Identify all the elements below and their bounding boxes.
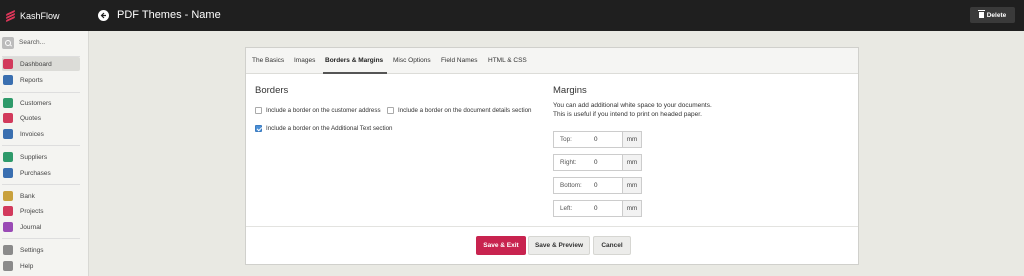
sidebar-item-quotes[interactable]: Quotes [2,111,80,125]
search-icon [2,36,14,49]
divider [2,238,80,239]
active-tab-indicator [323,72,387,74]
save-exit-button[interactable]: Save & Exit [476,236,526,255]
sidebar-item-suppliers[interactable]: Suppliers [2,150,80,164]
sidebar-item-customers[interactable]: Customers [2,96,80,110]
margins-description-2: This is useful if you intend to print on… [553,111,702,118]
journal-icon [3,222,13,232]
margins-description-1: You can add additional white space to yo… [553,102,712,109]
tab-field-names[interactable]: Field Names [441,57,477,64]
invoices-icon [3,129,13,139]
footer-divider [246,226,858,227]
margin-top-field[interactable]: Top: 0 mm [553,131,642,148]
margin-left-field[interactable]: Left: 0 mm [553,200,642,217]
tab-borders-margins[interactable]: Borders & Margins [325,57,383,64]
margin-bottom-field[interactable]: Bottom: 0 mm [553,177,642,194]
sidebar-item-projects[interactable]: Projects [2,204,80,218]
help-icon [3,261,13,271]
search-input[interactable]: Search... [2,36,80,49]
search-placeholder: Search... [19,39,46,46]
purchases-icon [3,168,13,178]
margin-right-input[interactable]: 0 [594,159,598,166]
delete-button[interactable]: Delete [970,7,1015,23]
sidebar-item-journal[interactable]: Journal [2,220,80,234]
app-name: KashFlow [20,10,60,21]
document-details-border-label: Include a border on the document details… [398,107,532,114]
sidebar-item-settings[interactable]: Settings [2,243,80,257]
customer-address-border-label: Include a border on the customer address [266,107,381,114]
margins-heading: Margins [553,85,587,96]
additional-text-border-checkbox[interactable] [255,125,262,132]
top-bar: KashFlow PDF Themes - Name Delete [0,0,1024,31]
reports-icon [3,75,13,85]
settings-icon [3,245,13,255]
divider [2,184,80,185]
margin-bottom-input[interactable]: 0 [594,182,598,189]
additional-text-border-label: Include a border on the Additional Text … [266,125,393,132]
back-arrow-icon[interactable] [98,10,109,21]
quotes-icon [3,113,13,123]
projects-icon [3,206,13,216]
tab-bar: The Basics Images Borders & Margins Misc… [246,48,858,74]
kashflow-logo-icon [6,9,15,23]
sidebar-item-invoices[interactable]: Invoices [2,127,80,141]
tab-misc-options[interactable]: Misc Options [393,57,431,64]
dashboard-icon [3,59,13,69]
sidebar: Search... Dashboard Reports Customers Qu… [0,31,89,276]
sidebar-item-reports[interactable]: Reports [2,73,80,87]
page-title: PDF Themes - Name [117,9,221,21]
app-logo[interactable]: KashFlow [0,0,89,31]
cancel-button[interactable]: Cancel [593,236,631,255]
trash-icon [977,10,985,18]
suppliers-icon [3,152,13,162]
borders-heading: Borders [255,85,289,96]
tab-images[interactable]: Images [294,57,315,64]
bank-icon [3,191,13,201]
save-preview-button[interactable]: Save & Preview [528,236,590,255]
document-details-border-checkbox[interactable] [387,107,394,114]
sidebar-item-dashboard[interactable]: Dashboard [2,57,80,71]
customers-icon [3,98,13,108]
margin-right-field[interactable]: Right: 0 mm [553,154,642,171]
tab-html-css[interactable]: HTML & CSS [488,57,527,64]
divider [2,92,80,93]
customer-address-border-checkbox[interactable] [255,107,262,114]
tab-the-basics[interactable]: The Basics [252,57,284,64]
theme-editor-panel: The Basics Images Borders & Margins Misc… [245,47,859,265]
sidebar-item-help[interactable]: Help [2,259,80,273]
delete-label: Delete [986,11,1007,19]
margin-left-input[interactable]: 0 [594,205,598,212]
sidebar-item-bank[interactable]: Bank [2,189,80,203]
margin-top-input[interactable]: 0 [594,136,598,143]
divider [2,145,80,146]
sidebar-item-purchases[interactable]: Purchases [2,166,80,180]
